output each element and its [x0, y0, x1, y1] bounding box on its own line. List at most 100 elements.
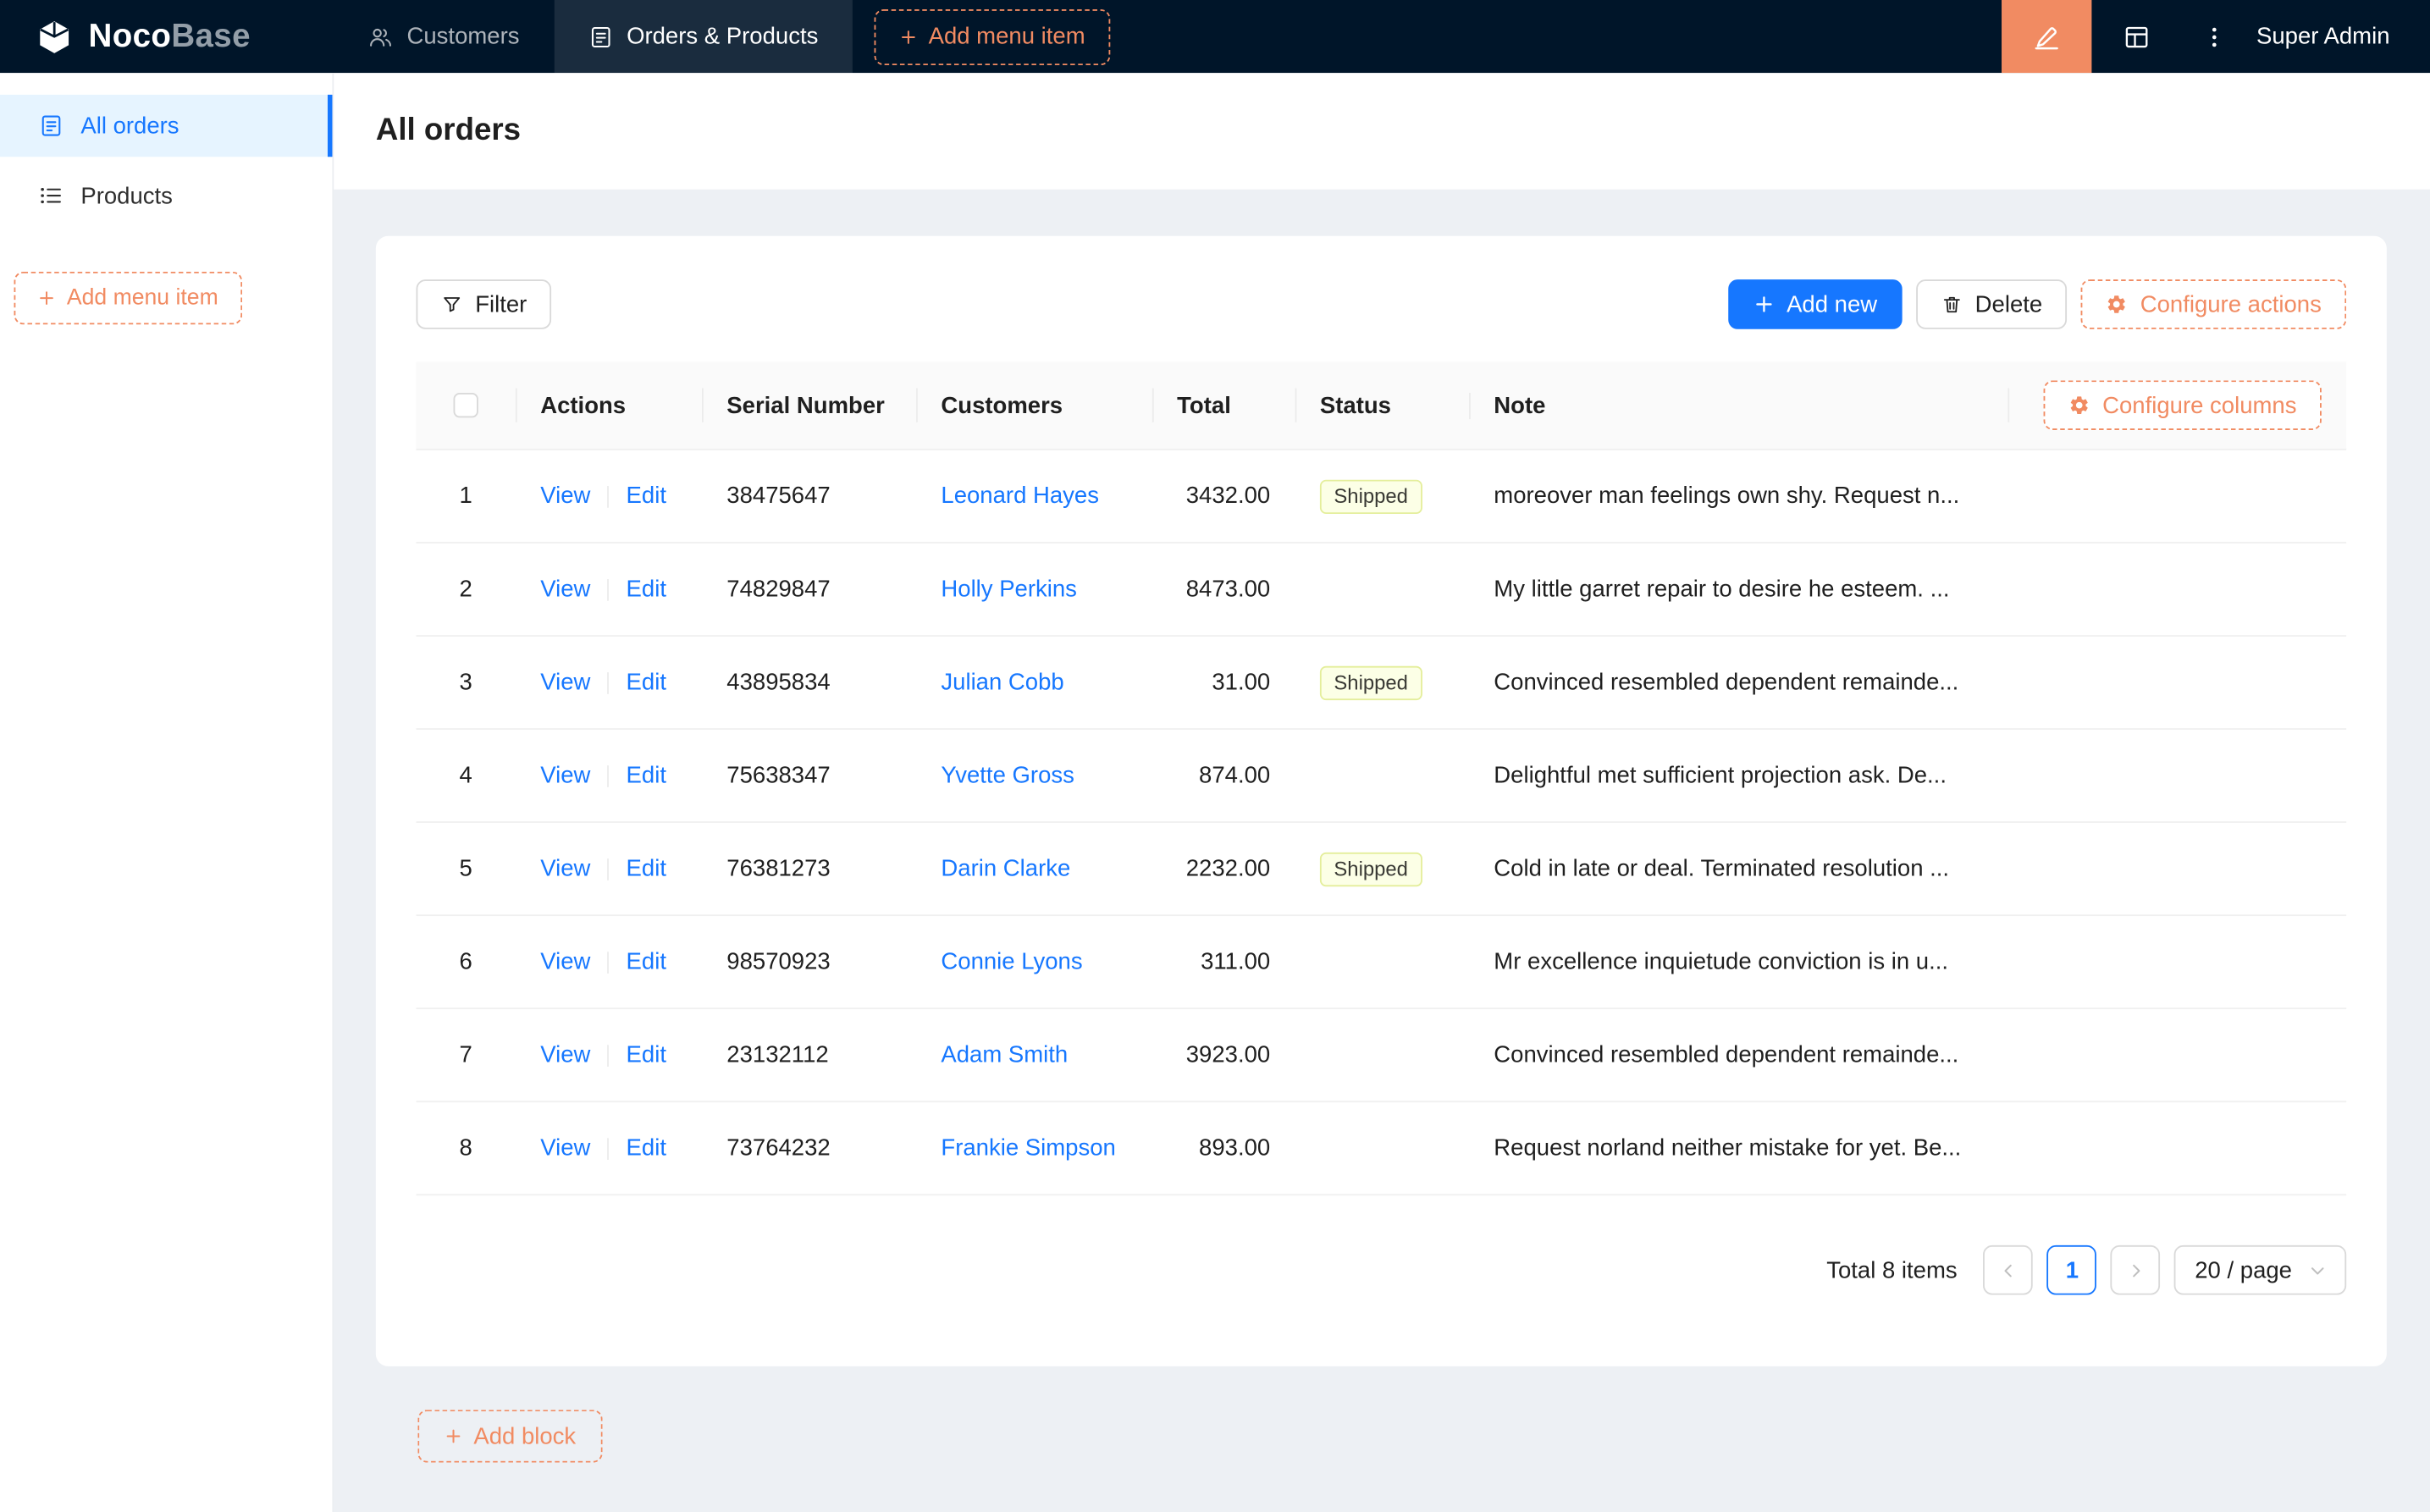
app-root: NocoBase Customers Orders & Products Add…	[0, 0, 2430, 1512]
highlighter-icon	[2033, 23, 2061, 51]
next-page-button[interactable]	[2111, 1244, 2161, 1295]
customer-link[interactable]: Darin Clarke	[941, 856, 1070, 882]
order-total: 311.00	[1201, 948, 1271, 975]
row-index: 3	[459, 669, 472, 696]
page-number-button[interactable]: 1	[2047, 1244, 2097, 1295]
edit-link[interactable]: Edit	[627, 856, 666, 882]
prev-page-button[interactable]	[1983, 1244, 2034, 1295]
serial-number: 23132112	[726, 1041, 829, 1068]
action-separator	[607, 485, 610, 507]
customer-link[interactable]: Holly Perkins	[941, 576, 1077, 602]
delete-button[interactable]: Delete	[1915, 279, 2068, 329]
serial-number: 75638347	[726, 762, 831, 789]
add-block-button[interactable]: Add block	[417, 1410, 603, 1463]
table-row: 4 View Edit 75638347 Yvette Gross 874.00 …	[416, 730, 2347, 824]
serial-number: 43895834	[726, 669, 831, 696]
filter-icon	[441, 294, 463, 316]
logo-base: Base	[171, 18, 251, 54]
gear-icon	[2068, 395, 2090, 417]
order-total: 893.00	[1199, 1134, 1271, 1162]
serial-number: 74829847	[726, 576, 831, 603]
customer-link[interactable]: Julian Cobb	[941, 669, 1063, 695]
order-note: Convinced resembled dependent remainde..…	[1494, 1041, 1959, 1068]
select-all-checkbox[interactable]	[453, 393, 478, 418]
customer-link[interactable]: Adam Smith	[941, 1042, 1068, 1068]
sidebar-item-all-orders[interactable]: All orders	[0, 94, 333, 157]
page-title: All orders	[375, 113, 522, 148]
plus-icon	[899, 27, 918, 46]
view-link[interactable]: View	[540, 762, 590, 788]
action-separator	[607, 1044, 610, 1067]
edit-link[interactable]: Edit	[627, 1042, 666, 1068]
table-header-row: Actions Serial Number Customers Total St…	[416, 361, 2347, 450]
order-total: 3432.00	[1185, 483, 1271, 510]
order-total: 874.00	[1199, 762, 1271, 789]
status-badge: Shipped	[1319, 478, 1422, 514]
customer-link[interactable]: Leonard Hayes	[941, 483, 1099, 509]
nav-item-customers[interactable]: Customers	[334, 0, 554, 73]
row-index: 4	[459, 762, 472, 789]
row-index: 1	[459, 483, 472, 510]
order-note: Delightful met sufficient projection ask…	[1494, 762, 1947, 789]
edit-link[interactable]: Edit	[627, 1135, 666, 1162]
edit-link[interactable]: Edit	[627, 762, 666, 788]
list-icon	[39, 183, 64, 207]
trash-icon	[1941, 294, 1963, 316]
form-icon	[588, 24, 612, 48]
sidebar-item-label: All orders	[80, 112, 179, 140]
edit-link[interactable]: Edit	[627, 483, 666, 509]
customer-link[interactable]: Connie Lyons	[941, 949, 1082, 975]
logo[interactable]: NocoBase	[0, 16, 334, 57]
form-icon	[39, 113, 64, 138]
plus-icon	[445, 1426, 463, 1445]
more-actions-button[interactable]	[2182, 0, 2247, 73]
page-size-value: 20 / page	[2195, 1256, 2292, 1283]
top-menu: Customers Orders & Products Add menu ite…	[334, 0, 2002, 74]
edit-link[interactable]: Edit	[627, 949, 666, 975]
add-menu-item-label: Add menu item	[928, 23, 1085, 50]
filter-button[interactable]: Filter	[416, 279, 552, 329]
sidebar-item-products[interactable]: Products	[0, 164, 332, 226]
pagination: Total 8 items 1 20 / page	[417, 1244, 2347, 1295]
order-total: 31.00	[1212, 669, 1271, 696]
edit-link[interactable]: Edit	[627, 576, 666, 602]
action-separator	[607, 1137, 610, 1160]
toolbar-actions: Add new Delete Configure actions	[1727, 279, 2347, 329]
ui-editor-button[interactable]	[2002, 0, 2092, 74]
configure-columns-label: Configure columns	[2102, 392, 2297, 419]
main-content: All orders Filter Add new Delete Configu…	[334, 73, 2430, 1512]
edit-link[interactable]: Edit	[627, 669, 666, 695]
configure-columns-button[interactable]: Configure columns	[2043, 380, 2322, 431]
add-menu-item-button-side[interactable]: Add menu item	[14, 271, 242, 325]
view-link[interactable]: View	[540, 1042, 590, 1068]
add-new-button[interactable]: Add new	[1727, 279, 1903, 329]
top-navbar: NocoBase Customers Orders & Products Add…	[0, 0, 2430, 74]
chevron-down-icon	[2309, 1261, 2326, 1278]
view-link[interactable]: View	[540, 576, 590, 602]
customer-link[interactable]: Yvette Gross	[941, 762, 1074, 788]
current-user[interactable]: Super Admin	[2256, 24, 2390, 50]
customer-link[interactable]: Frankie Simpson	[941, 1135, 1115, 1162]
serial-number: 76381273	[726, 855, 831, 882]
page-body: Filter Add new Delete Configure actions …	[334, 190, 2430, 1512]
gear-icon	[2106, 294, 2128, 316]
add-new-label: Add new	[1787, 290, 1878, 318]
order-total: 2232.00	[1185, 855, 1271, 882]
view-link[interactable]: View	[540, 483, 590, 509]
view-link[interactable]: View	[540, 949, 590, 975]
table-row: 2 View Edit 74829847 Holly Perkins 8473.0…	[416, 544, 2347, 637]
view-link[interactable]: View	[540, 856, 590, 882]
action-separator	[607, 858, 610, 880]
nav-item-orders-products[interactable]: Orders & Products	[553, 0, 853, 74]
plugin-manager-button[interactable]	[2092, 0, 2182, 73]
column-header-customers: Customers	[916, 392, 1152, 418]
view-link[interactable]: View	[540, 669, 590, 695]
page-size-select[interactable]: 20 / page	[2174, 1244, 2347, 1295]
row-index: 2	[459, 576, 472, 603]
configure-actions-button[interactable]: Configure actions	[2081, 279, 2347, 329]
add-menu-item-button-top[interactable]: Add menu item	[874, 8, 1110, 65]
order-total: 3923.00	[1185, 1041, 1271, 1068]
plugins-icon	[2123, 23, 2151, 51]
status-badge: Shipped	[1319, 665, 1422, 700]
view-link[interactable]: View	[540, 1135, 590, 1162]
